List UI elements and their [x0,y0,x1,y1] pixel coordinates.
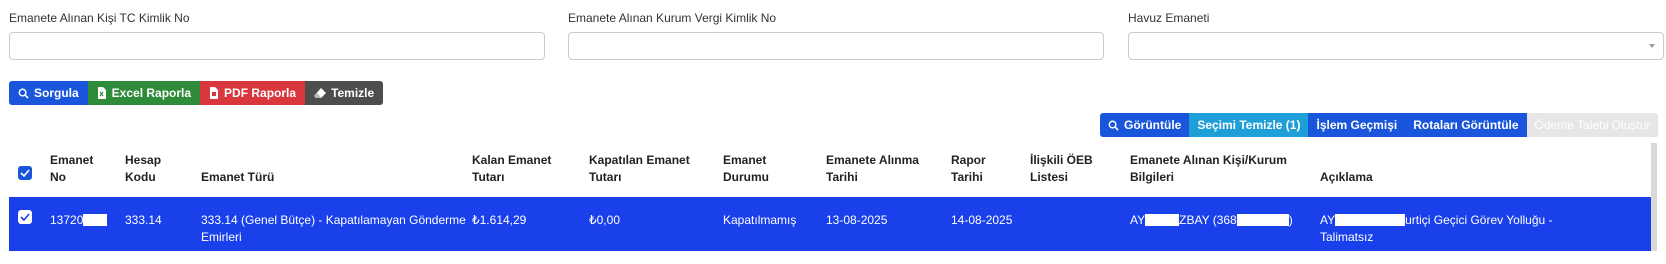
table-row[interactable]: 13720 333.14 333.14 (Genel Bütçe) - Kapa… [9,197,1657,251]
pdf-report-button[interactable]: PDF Raporla [200,81,306,105]
redaction [1335,214,1406,226]
temizle-button[interactable]: Temizle [305,81,384,105]
header-alinma-tarihi[interactable]: Emanete Alınma Tarihi [826,152,919,186]
tc-input[interactable] [9,32,545,60]
header-rapor-tarihi[interactable]: Rapor Tarihi [951,152,986,186]
header-durum[interactable]: Emanet Durumu [723,152,769,186]
cell-rapor-tarihi: 14-08-2025 [951,213,1013,227]
header-aciklama[interactable]: Açıklama [1320,169,1373,186]
rotalari-goruntule-button[interactable]: Rotaları Görüntüle [1405,113,1527,137]
search-icon [1108,120,1119,131]
cell-kapatilan-tutar: ₺0,00 [589,213,620,227]
header-kapatilan-tutar[interactable]: Kapatılan Emanet Tutarı [589,152,690,186]
search-icon [18,88,29,99]
tc-filter-label: Emanete Alınan Kişi TC Kimlik No [9,11,190,25]
vergi-filter-label: Emanete Alınan Kurum Vergi Kimlik No [568,11,777,25]
table-actions: Görüntüle Seçimi Temizle (1) İşlem Geçmi… [1100,113,1659,137]
redaction [83,214,108,226]
excel-label: Excel Raporla [111,86,192,100]
goruntule-button[interactable]: Görüntüle [1100,113,1190,137]
redaction [1236,214,1289,226]
emanet-table: Emanet No Hesap Kodu Emanet Türü Kalan Ema… [9,143,1657,255]
havuz-filter-label: Havuz Emaneti [1128,11,1210,25]
rotalari-goruntule-label: Rotaları Görüntüle [1413,118,1519,132]
chevron-down-icon [1649,44,1655,48]
excel-file-icon [97,87,107,99]
cell-kisi-kurum: AY ZBAY (368) [1130,213,1293,227]
pdf-label: PDF Raporla [224,86,297,100]
header-emanet-no[interactable]: Emanet No [50,152,93,186]
query-toolbar: Sorgula Excel Raporla PDF Raporla Temizl… [9,81,384,105]
table-header: Emanet No Hesap Kodu Emanet Türü Kalan Ema… [9,143,1657,197]
header-kalan-tutar[interactable]: Kalan Emanet Tutarı [472,152,551,186]
eraser-icon [314,87,327,99]
cell-emanet-turu: 333.14 (Genel Bütçe) - Kapatılamayan Gön… [201,213,466,244]
table-scrollbar[interactable] [1651,143,1657,251]
excel-report-button[interactable]: Excel Raporla [87,81,201,105]
header-emanet-turu[interactable]: Emanet Türü [201,169,274,186]
odeme-talebi-button: Ödeme Talebi Oluştur [1526,113,1659,137]
temizle-label: Temizle [331,86,375,100]
cell-emanet-no: 13720 [50,212,108,229]
cell-durum: Kapatılmamış [723,213,797,227]
goruntule-label: Görüntüle [1124,118,1182,132]
islem-gecmisi-label: İşlem Geçmişi [1316,118,1398,132]
havuz-select[interactable] [1128,32,1664,60]
cell-kalan-tutar: ₺1.614,29 [472,213,527,227]
pdf-file-icon [209,87,219,99]
header-hesap-kodu[interactable]: Hesap Kodu [125,152,161,186]
islem-gecmisi-button[interactable]: İşlem Geçmişi [1308,113,1406,137]
header-oeb-listesi[interactable]: İlişkili ÖEB Listesi [1030,152,1093,186]
header-kisi-kurum[interactable]: Emanete Alınan Kişi/Kurum Bilgileri [1130,152,1287,186]
cell-aciklama: AY urtiçi Geçici Görev Yolluğu - Talimats… [1320,213,1553,244]
secimi-temizle-label: Seçimi Temizle (1) [1197,118,1301,132]
vergi-input[interactable] [568,32,1104,60]
cell-hesap-kodu: 333.14 [125,213,162,227]
redaction [1145,214,1180,226]
sorgula-button[interactable]: Sorgula [9,81,88,105]
cell-alinma-tarihi: 13-08-2025 [826,213,888,227]
row-checkbox[interactable] [18,210,32,224]
odeme-talebi-label: Ödeme Talebi Oluştur [1534,118,1651,132]
secimi-temizle-button[interactable]: Seçimi Temizle (1) [1189,113,1309,137]
sorgula-label: Sorgula [34,86,79,100]
select-all-checkbox[interactable] [18,166,32,180]
